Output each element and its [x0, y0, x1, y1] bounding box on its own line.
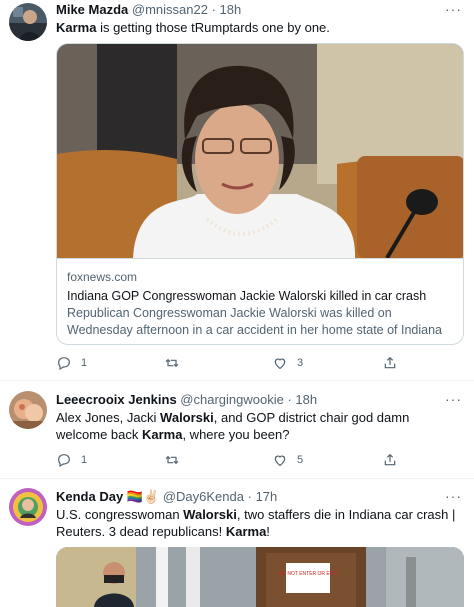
- retweet-icon: [165, 358, 179, 368]
- reply-icon: [58, 357, 70, 371]
- timestamp[interactable]: 18h: [295, 392, 317, 407]
- display-name[interactable]: Kenda Day: [56, 489, 123, 504]
- tweet-header: Kenda Day 🏳️‍🌈✌🏻 @Day6Kenda · 17h: [56, 489, 277, 505]
- text-segment: Alex Jones, Jacki: [56, 410, 161, 425]
- text-bold: Karma: [141, 427, 183, 442]
- tweet-media-image[interactable]: DO NOT ENTER OR EXIT: [56, 547, 464, 607]
- display-name[interactable]: Leeecrooix Jenkins: [56, 392, 177, 407]
- retweet-button[interactable]: [164, 451, 189, 469]
- hashtag-word: Karma: [56, 20, 97, 35]
- handle[interactable]: @chargingwookie: [180, 392, 284, 407]
- text-segment: is getting those tRumptards one by one.: [96, 20, 330, 35]
- dot-separator: ·: [211, 2, 216, 17]
- heart-icon: [274, 455, 286, 467]
- card-image[interactable]: [57, 44, 463, 258]
- tweet-actions: 1 5: [56, 451, 416, 469]
- text-bold: Walorski: [183, 507, 237, 522]
- retweet-icon: [165, 455, 179, 465]
- reply-count: 1: [81, 454, 88, 466]
- more-options-icon[interactable]: ···: [445, 2, 462, 16]
- link-card[interactable]: foxnews.com Indiana GOP Congresswoman Ja…: [56, 43, 464, 345]
- handle[interactable]: @Day6Kenda: [163, 489, 244, 504]
- share-button[interactable]: [382, 451, 398, 469]
- tweet-header: Leeecrooix Jenkins @chargingwookie · 18h: [56, 392, 317, 408]
- text-bold: Walorski: [160, 410, 214, 425]
- card-description: Republican Congresswoman Jackie Walorski…: [67, 306, 443, 337]
- heart-icon: [274, 358, 286, 370]
- reply-icon: [58, 454, 70, 468]
- card-title: Indiana GOP Congresswoman Jackie Walorsk…: [67, 289, 427, 303]
- tweet-text: Karma is getting those tRumptards one by…: [56, 19, 456, 36]
- share-icon: [384, 453, 396, 466]
- more-options-icon[interactable]: ···: [445, 392, 462, 406]
- display-name[interactable]: Mike Mazda: [56, 2, 128, 17]
- like-button[interactable]: 3: [272, 354, 303, 372]
- retweet-button[interactable]: [164, 354, 189, 372]
- tweet-header: Mike Mazda @mnissan22 · 18h: [56, 2, 241, 18]
- reply-button[interactable]: 1: [56, 354, 87, 372]
- text-segment: , where you been?: [182, 427, 290, 442]
- tweet-text: U.S. congresswoman Walorski, two staffer…: [56, 506, 456, 540]
- dot-separator: ·: [287, 392, 292, 407]
- tweet-1[interactable]: Mike Mazda @mnissan22 · 18h ··· Karma is…: [0, 0, 474, 378]
- more-options-icon[interactable]: ···: [445, 489, 462, 503]
- text-segment: !: [266, 524, 270, 539]
- share-icon: [384, 356, 396, 369]
- text-bold: Karma: [225, 524, 267, 539]
- avatar[interactable]: [9, 488, 47, 526]
- avatar[interactable]: [9, 391, 47, 429]
- avatar[interactable]: [9, 3, 47, 41]
- text-segment: U.S. congresswoman: [56, 507, 184, 522]
- dot-separator: ·: [247, 489, 252, 504]
- tweet-text: Alex Jones, Jacki Walorski, and GOP dist…: [56, 409, 456, 443]
- timestamp[interactable]: 18h: [220, 2, 242, 17]
- media-sign-text: DO NOT ENTER OR EXIT: [278, 571, 337, 577]
- tweet-2[interactable]: Leeecrooix Jenkins @chargingwookie · 18h…: [0, 381, 474, 477]
- tweet-actions: 1 3: [56, 354, 416, 372]
- reply-count: 1: [81, 357, 88, 369]
- share-button[interactable]: [382, 354, 398, 372]
- like-count: 5: [297, 454, 304, 466]
- reply-button[interactable]: 1: [56, 451, 87, 469]
- card-body[interactable]: foxnews.com Indiana GOP Congresswoman Ja…: [57, 258, 463, 344]
- name-emoji: 🏳️‍🌈✌🏻: [126, 489, 160, 504]
- like-button[interactable]: 5: [272, 451, 303, 469]
- like-count: 3: [297, 357, 304, 369]
- timestamp[interactable]: 17h: [256, 489, 278, 504]
- handle[interactable]: @mnissan22: [132, 2, 208, 17]
- card-domain: foxnews.com: [67, 270, 138, 284]
